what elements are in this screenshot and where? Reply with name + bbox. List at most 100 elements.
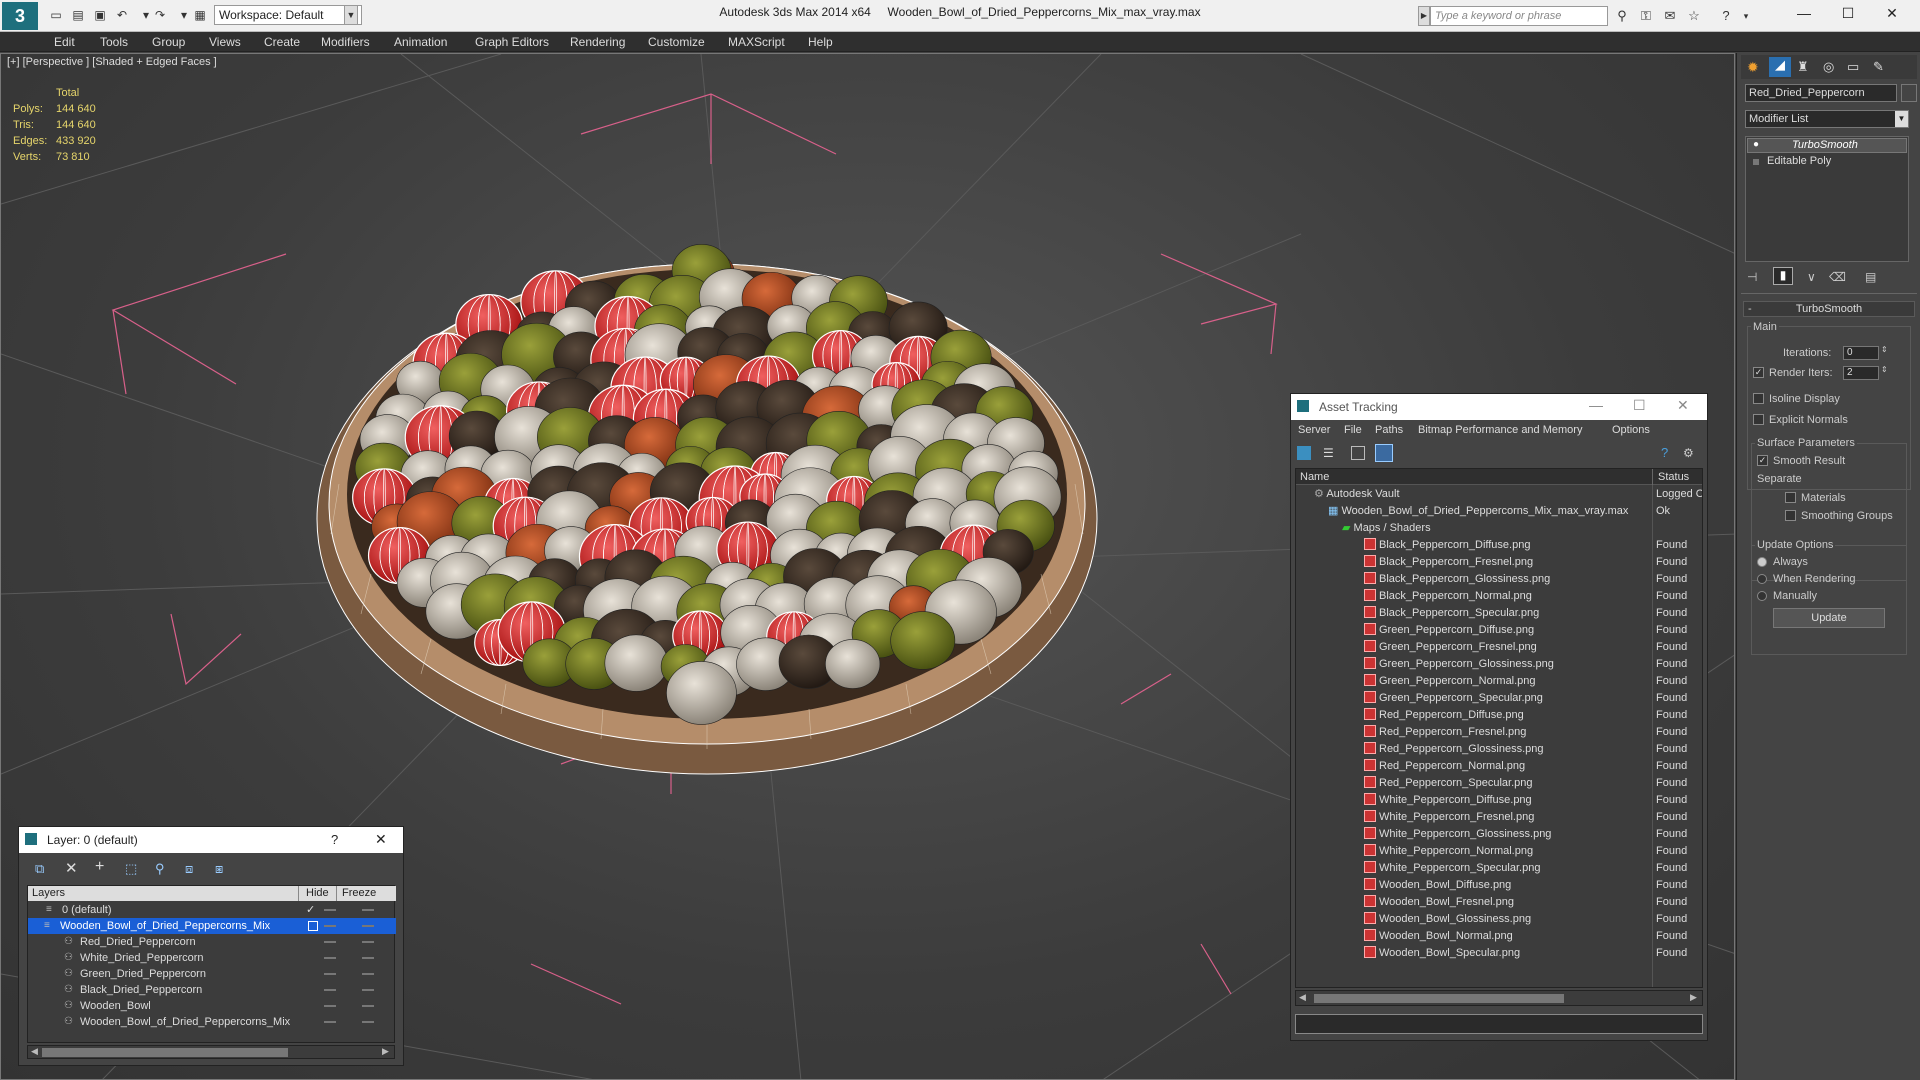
scroll-thumb[interactable] (1314, 994, 1564, 1003)
column-divider[interactable] (1652, 469, 1653, 485)
hide-toggle[interactable] (324, 1021, 336, 1023)
table-row[interactable]: Green_Peppercorn_Specular.png Found (1296, 690, 1702, 707)
table-row[interactable]: Red_Peppercorn_Diffuse.png Found (1296, 707, 1702, 724)
hide-toggle[interactable] (324, 973, 336, 975)
column-layers[interactable]: Layers (32, 887, 65, 899)
project-folder-icon[interactable]: ▦ (192, 8, 208, 22)
table-row[interactable]: Black_Peppercorn_Specular.png Found (1296, 605, 1702, 622)
spinner-arrows-icon[interactable]: ⇕ (1881, 345, 1888, 354)
hide-toggle[interactable] (324, 925, 336, 927)
add-to-layer-icon[interactable]: + (95, 858, 104, 876)
pin-stack-icon[interactable]: ⊣ (1747, 270, 1757, 284)
table-view-icon[interactable] (1351, 446, 1365, 460)
menu-rendering[interactable]: Rendering (570, 34, 625, 50)
make-unique-icon[interactable]: ∨ (1807, 270, 1816, 284)
hide-toggle[interactable] (324, 957, 336, 959)
hierarchy-tab-icon[interactable]: ♜ (1797, 59, 1809, 75)
modify-tab-icon[interactable]: ◢ (1769, 57, 1791, 77)
layer-row[interactable]: ⚇ White_Dried_Peppercorn (28, 950, 396, 966)
display-tab-icon[interactable]: ▭ (1847, 59, 1859, 75)
column-status[interactable]: Status (1658, 471, 1689, 483)
communication-center-icon[interactable]: ✉ (1662, 8, 1678, 24)
object-color-swatch[interactable] (1901, 84, 1917, 102)
close-button[interactable]: ✕ (1677, 397, 1689, 414)
redo-dropdown-icon[interactable]: ▾ (176, 8, 192, 22)
scroll-right-icon[interactable]: ▶ (382, 1046, 389, 1057)
utilities-tab-icon[interactable]: ✎ (1873, 59, 1884, 75)
create-layer-icon[interactable]: ⧉ (35, 861, 44, 877)
freeze-toggle[interactable] (362, 957, 374, 959)
at-menu-paths[interactable]: Paths (1375, 424, 1403, 436)
minimize-button[interactable]: — (1589, 397, 1603, 413)
modifier-list-dropdown[interactable]: Modifier List (1745, 110, 1909, 128)
table-row[interactable]: White_Peppercorn_Normal.png Found (1296, 843, 1702, 860)
at-menu-file[interactable]: File (1344, 424, 1362, 436)
configure-sets-icon[interactable]: ▤ (1865, 270, 1876, 284)
table-row[interactable]: Red_Peppercorn_Fresnel.png Found (1296, 724, 1702, 741)
workspace-select[interactable]: Workspace: Default (214, 5, 362, 25)
rollout-turbosmooth[interactable]: - TurboSmooth (1743, 301, 1915, 317)
help-dropdown-icon[interactable]: ▾ (1738, 8, 1754, 24)
table-row[interactable]: Black_Peppercorn_Normal.png Found (1296, 588, 1702, 605)
scroll-left-icon[interactable]: ◀ (31, 1046, 38, 1057)
app-logo[interactable]: 3 (2, 2, 38, 30)
stack-item-turbosmooth[interactable]: ● TurboSmooth (1747, 138, 1907, 153)
save-icon[interactable]: ▣ (92, 8, 108, 22)
update-button[interactable]: Update (1773, 608, 1885, 628)
table-row[interactable]: Red_Peppercorn_Glossiness.png Found (1296, 741, 1702, 758)
always-radio[interactable] (1757, 557, 1767, 567)
column-name[interactable]: Name (1300, 471, 1329, 483)
smoothing-groups-checkbox[interactable] (1785, 510, 1796, 521)
close-button[interactable]: ✕ (375, 831, 387, 848)
manually-radio[interactable] (1757, 591, 1767, 601)
highlight-layer-icon[interactable]: ⚲ (155, 861, 165, 877)
layer-row[interactable]: ⚇ Wooden_Bowl (28, 998, 396, 1014)
list-item[interactable]: ▦ Wooden_Bowl_of_Dried_Peppercorns_Mix_m… (1296, 503, 1702, 520)
spinner-arrows-icon[interactable]: ⇕ (1881, 365, 1888, 374)
freeze-all-icon[interactable]: ⧆ (215, 861, 223, 877)
hide-toggle[interactable] (324, 1005, 336, 1007)
scroll-right-icon[interactable]: ▶ (1690, 992, 1697, 1003)
help-button[interactable]: ? (331, 832, 338, 847)
menu-modifiers[interactable]: Modifiers (321, 34, 370, 50)
menu-animation[interactable]: Animation (394, 34, 447, 50)
create-tab-icon[interactable]: ✹ (1747, 59, 1759, 76)
column-freeze[interactable]: Freeze (342, 887, 376, 899)
scroll-left-icon[interactable]: ◀ (1299, 992, 1306, 1003)
help-icon[interactable]: ? (1718, 8, 1734, 24)
list-item[interactable]: ⚙ Autodesk Vault Logged O (1296, 486, 1702, 503)
hide-toggle[interactable] (324, 909, 336, 911)
active-layer-box[interactable] (308, 921, 318, 931)
table-row[interactable]: Black_Peppercorn_Glossiness.png Found (1296, 571, 1702, 588)
lightbulb-icon[interactable]: ● (1753, 139, 1759, 150)
menu-views[interactable]: Views (209, 34, 241, 50)
layer-row[interactable]: ⚇ Black_Dried_Peppercorn (28, 982, 396, 998)
close-button[interactable]: ✕ (1870, 2, 1914, 24)
table-row[interactable]: Green_Peppercorn_Diffuse.png Found (1296, 622, 1702, 639)
menu-customize[interactable]: Customize (648, 34, 705, 50)
table-row[interactable]: White_Peppercorn_Glossiness.png Found (1296, 826, 1702, 843)
table-row[interactable]: Green_Peppercorn_Normal.png Found (1296, 673, 1702, 690)
subscription-icon[interactable]: ⚿ (1638, 8, 1654, 24)
freeze-toggle[interactable] (362, 1021, 374, 1023)
menu-group[interactable]: Group (152, 34, 185, 50)
layer-row[interactable]: ≡ 0 (default) ✓ (28, 902, 396, 918)
hide-all-icon[interactable]: ⧈ (185, 861, 193, 877)
when-rendering-radio[interactable] (1757, 574, 1767, 584)
at-menu-bitmap-performance[interactable]: Bitmap Performance and Memory (1418, 424, 1582, 436)
help-icon[interactable]: ? (1661, 446, 1675, 460)
menu-graph-editors[interactable]: Graph Editors (475, 34, 549, 50)
table-row[interactable]: Red_Peppercorn_Specular.png Found (1296, 775, 1702, 792)
new-file-icon[interactable]: ▭ (48, 8, 64, 22)
layer-horizontal-scrollbar[interactable]: ◀ ▶ (27, 1045, 395, 1059)
table-row[interactable]: Wooden_Bowl_Diffuse.png Found (1296, 877, 1702, 894)
materials-checkbox[interactable] (1785, 492, 1796, 503)
motion-tab-icon[interactable]: ◎ (1823, 59, 1834, 75)
table-row[interactable]: Wooden_Bowl_Normal.png Found (1296, 928, 1702, 945)
smooth-result-checkbox[interactable]: ✓ (1757, 455, 1768, 466)
table-row[interactable]: Green_Peppercorn_Fresnel.png Found (1296, 639, 1702, 656)
freeze-toggle[interactable] (362, 989, 374, 991)
remove-modifier-icon[interactable]: ⌫ (1829, 270, 1846, 284)
render-iters-checkbox[interactable]: ✓ (1753, 367, 1764, 378)
table-row[interactable]: Wooden_Bowl_Fresnel.png Found (1296, 894, 1702, 911)
